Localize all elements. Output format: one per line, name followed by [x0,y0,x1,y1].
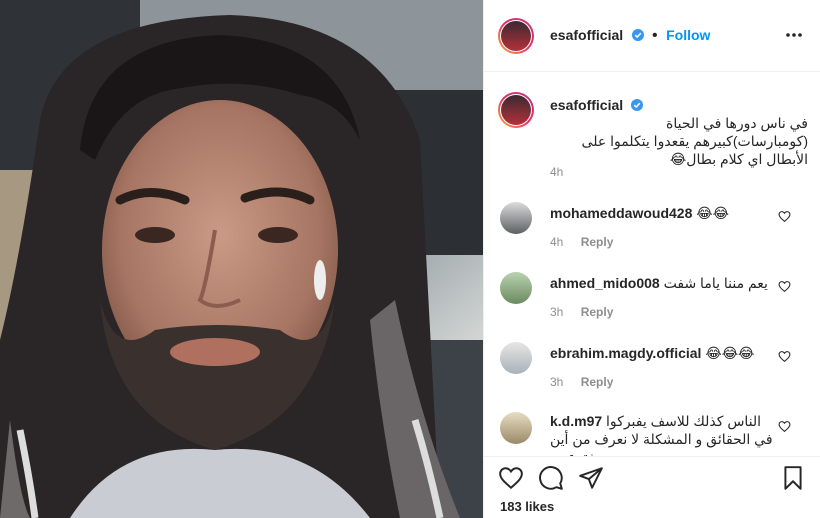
comment-timestamp: 4h [550,235,564,249]
post-photo-illustration [0,0,483,518]
commenter-avatar[interactable] [500,202,532,234]
comment-text-line: k.d.m97 الناس كذلك للاسف يفبركوا في الحق… [550,412,778,456]
verified-badge-icon [631,99,644,111]
author-avatar[interactable] [498,18,534,54]
post-photo[interactable] [0,0,483,518]
commenter-avatar[interactable] [500,272,532,304]
comment-username[interactable]: ebrahim.magdy.official [550,345,701,361]
author-username[interactable]: esafofficial [550,27,623,43]
comment-item: k.d.m97 الناس كذلك للاسف يفبركوا في الحق… [484,410,820,456]
comment-like-heart-icon[interactable] [778,210,791,223]
comment-body: 😂😂 [696,205,729,221]
comment-text-line: ahmed_mido008 يعم مننا ياما شفت [550,274,778,292]
comment-username[interactable]: k.d.m97 [550,413,602,429]
post-header: esafofficial • Follow [484,0,820,72]
heart-icon[interactable] [498,465,524,491]
post-action-bar [484,456,820,496]
header-author-line: esafofficial • Follow [550,27,710,45]
caption-timestamp: 4h [550,165,564,179]
comment-timestamp: 3h [550,305,564,319]
comment-body: يعم مننا ياما شفت [663,275,768,291]
share-icon[interactable] [578,465,604,491]
more-options-icon[interactable] [785,28,803,42]
comment-like-heart-icon[interactable] [778,420,791,433]
commenter-avatar[interactable] [500,342,532,374]
comment-username[interactable]: mohameddawoud428 [550,205,692,221]
comment-meta: 3h Reply [550,305,613,319]
caption-username[interactable]: esafofficial [550,97,623,113]
follow-button[interactable]: Follow [666,27,710,43]
comment-like-heart-icon[interactable] [778,350,791,363]
comment-icon[interactable] [538,465,564,491]
likes-count[interactable]: 183 likes [500,499,554,514]
post-side-panel: esafofficial • Follow esafofficial في نا… [483,0,820,518]
commenter-avatar[interactable] [500,412,532,444]
header-separator: • [652,27,658,44]
comment-like-heart-icon[interactable] [778,280,791,293]
reply-button[interactable]: Reply [581,235,614,249]
caption-avatar[interactable] [498,92,534,128]
verified-badge-icon [631,29,644,41]
comment-meta: 3h Reply [550,375,613,389]
comment-username[interactable]: ahmed_mido008 [550,275,660,291]
comment-timestamp: 3h [550,375,564,389]
reply-button[interactable]: Reply [581,375,614,389]
save-bookmark-icon[interactable] [780,465,806,491]
reply-button[interactable]: Reply [581,305,614,319]
comment-meta: 4h Reply [550,235,613,249]
post-caption: esafofficial في ناس دورها في الحياة (كوم… [550,96,808,168]
comment-body: 😂😂😂 [705,345,755,361]
comment-text-line: ebrahim.magdy.official 😂😂😂 [550,344,778,362]
comment-text-line: mohameddawoud428 😂😂 [550,204,778,222]
caption-body: في ناس دورها في الحياة (كومبارسات)كبيرهم… [581,115,808,167]
